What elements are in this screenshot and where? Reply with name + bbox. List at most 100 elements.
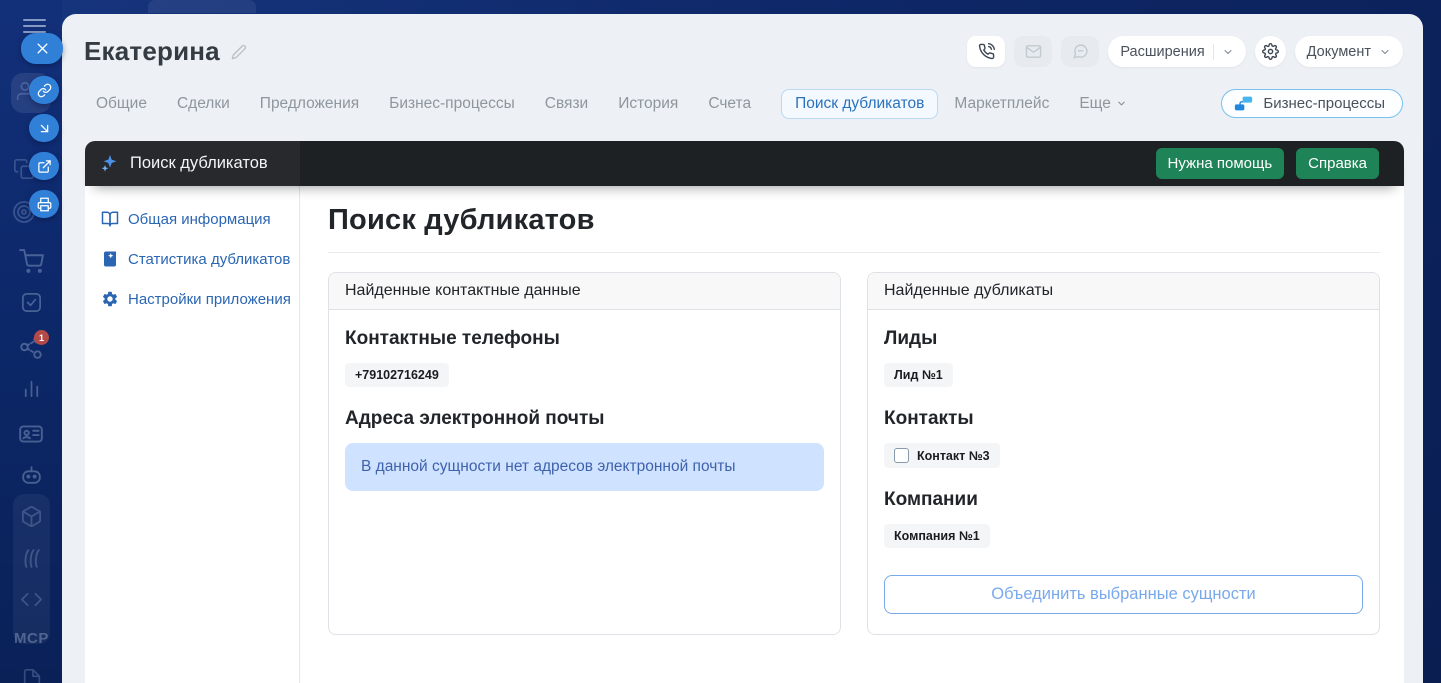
contact-badge-label: Контакт №3	[917, 449, 990, 463]
file-icon[interactable]	[21, 668, 43, 683]
tab-biznes-protsessy[interactable]: Бизнес-процессы	[389, 95, 515, 113]
tab-predlozheniya[interactable]: Предложения	[260, 95, 359, 113]
gear-icon	[1262, 43, 1279, 60]
phones-heading: Контактные телефоны	[345, 328, 824, 350]
external-link-icon	[37, 159, 52, 174]
companies-heading: Компании	[884, 489, 1363, 511]
sidebar-item-label: Статистика дубликатов	[128, 251, 290, 268]
tab-bar: Общие Сделки Предложения Бизнес-процессы…	[62, 88, 1423, 119]
lead-badge: Лид №1	[884, 363, 953, 387]
chevron-down-icon	[1116, 98, 1127, 109]
close-icon	[35, 41, 50, 56]
contacts-heading: Контакты	[884, 408, 1363, 430]
emails-heading: Адреса электронной почты	[345, 408, 824, 430]
crm-header: Екатерина Расширения Документ	[62, 14, 1423, 67]
divider	[1213, 44, 1214, 60]
contact-card-header: Найденные контактные данные	[329, 273, 840, 310]
copy-link-button[interactable]	[29, 76, 59, 104]
contact-data-card: Найденные контактные данные Контактные т…	[328, 272, 841, 635]
chevron-down-icon	[1222, 46, 1234, 58]
waves-icon[interactable]	[19, 546, 44, 571]
mail-icon	[1025, 43, 1042, 60]
phone-icon	[978, 43, 995, 60]
business-processes-label: Бизнес-процессы	[1263, 95, 1385, 112]
duplicates-card-body: Лиды Лид №1 Контакты Контакт №3 Компании…	[868, 310, 1379, 634]
document-label: Документ	[1307, 44, 1371, 60]
book-open-icon	[101, 210, 119, 228]
document-dropdown[interactable]: Документ	[1295, 36, 1403, 67]
phone-badge: +79102716249	[345, 363, 449, 387]
flowchart-icon	[1233, 94, 1254, 113]
chat-icon	[1072, 43, 1089, 60]
duplicates-card: Найденные дубликаты Лиды Лид №1 Контакты…	[867, 272, 1380, 635]
app-body: Общая информация Статистика дубликатов Н…	[85, 186, 1404, 683]
tab-marketpleys[interactable]: Маркетплейс	[954, 95, 1049, 113]
leads-heading: Лиды	[884, 328, 1363, 350]
sidebar-item-general-info[interactable]: Общая информация	[101, 210, 289, 228]
gear-icon	[101, 290, 119, 308]
id-card-icon[interactable]	[18, 421, 44, 447]
contact-checkbox[interactable]	[894, 448, 909, 463]
mcp-item[interactable]: MCP	[14, 630, 49, 647]
call-button[interactable]	[967, 36, 1005, 67]
tab-sdelki[interactable]: Сделки	[177, 95, 230, 113]
main-panel: Екатерина Расширения Документ	[62, 14, 1423, 683]
tab-poisk-dublikatov[interactable]: Поиск дубликатов	[781, 89, 938, 119]
business-processes-button[interactable]: Бизнес-процессы	[1221, 89, 1403, 118]
printer-icon	[37, 197, 52, 212]
sidebar-item-duplicate-stats[interactable]: Статистика дубликатов	[101, 250, 289, 268]
tab-obshchie[interactable]: Общие	[96, 95, 147, 113]
header-actions: Расширения Документ	[967, 36, 1403, 67]
tab-svyazi[interactable]: Связи	[545, 95, 588, 113]
page-title: Екатерина	[84, 36, 220, 67]
app-bar-actions: Нужна помощь Справка	[300, 141, 1404, 186]
chat-button[interactable]	[1061, 36, 1099, 67]
contact-card-body: Контактные телефоны +79102716249 Адреса …	[329, 310, 840, 523]
company-badge: Компания №1	[884, 524, 990, 548]
app-main: Поиск дубликатов Найденные контактные да…	[300, 186, 1404, 683]
task-check-icon[interactable]	[20, 291, 43, 314]
heading-divider	[328, 252, 1380, 253]
code-icon[interactable]	[20, 588, 43, 611]
link-icon	[37, 83, 52, 98]
tab-istoriya[interactable]: История	[618, 95, 678, 113]
mail-button[interactable]	[1014, 36, 1052, 67]
sidebar-item-label: Настройки приложения	[128, 291, 291, 308]
tab-scheta[interactable]: Счета	[708, 95, 751, 113]
app-sidebar: Общая информация Статистика дубликатов Н…	[85, 186, 300, 683]
cart-icon[interactable]	[19, 249, 44, 274]
duplicates-card-header: Найденные дубликаты	[868, 273, 1379, 310]
sidebar-item-app-settings[interactable]: Настройки приложения	[101, 290, 289, 308]
app-bar-title-area: Поиск дубликатов	[85, 141, 300, 186]
download-button[interactable]	[29, 114, 59, 142]
app-region: Поиск дубликатов Нужна помощь Справка Об…	[85, 141, 1404, 683]
sidebar-item-label: Общая информация	[128, 211, 271, 228]
robot-icon[interactable]	[19, 463, 44, 488]
notification-badge: 1	[34, 330, 49, 345]
open-external-button[interactable]	[29, 152, 59, 180]
ai-sparkle-icon	[100, 154, 119, 173]
app-bar-title: Поиск дубликатов	[130, 154, 268, 173]
reference-button[interactable]: Справка	[1296, 148, 1379, 179]
close-button[interactable]	[21, 33, 63, 64]
edit-pencil-icon[interactable]	[231, 44, 247, 60]
need-help-button[interactable]: Нужна помощь	[1156, 148, 1285, 179]
bar-chart-icon[interactable]	[20, 377, 43, 400]
window-tab-glow	[148, 0, 256, 13]
app-bar: Поиск дубликатов Нужна помощь Справка	[85, 141, 1404, 186]
contact-badge: Контакт №3	[884, 443, 1000, 468]
print-button[interactable]	[29, 190, 59, 218]
book-check-icon	[101, 250, 119, 268]
merge-entities-button[interactable]: Объединить выбранные сущности	[884, 575, 1363, 614]
tab-more[interactable]: Еще	[1079, 95, 1127, 113]
no-emails-alert: В данной сущности нет адресов электронно…	[345, 443, 824, 491]
extensions-dropdown[interactable]: Расширения	[1108, 36, 1245, 67]
box-icon[interactable]	[20, 505, 43, 528]
app-heading: Поиск дубликатов	[328, 204, 1380, 237]
left-rail: 1 MCP	[0, 0, 62, 683]
extensions-label: Расширения	[1120, 44, 1204, 60]
settings-button[interactable]	[1255, 36, 1286, 67]
cards-grid: Найденные контактные данные Контактные т…	[328, 272, 1380, 635]
arrow-down-right-icon	[37, 121, 52, 136]
chevron-down-icon	[1379, 46, 1391, 58]
